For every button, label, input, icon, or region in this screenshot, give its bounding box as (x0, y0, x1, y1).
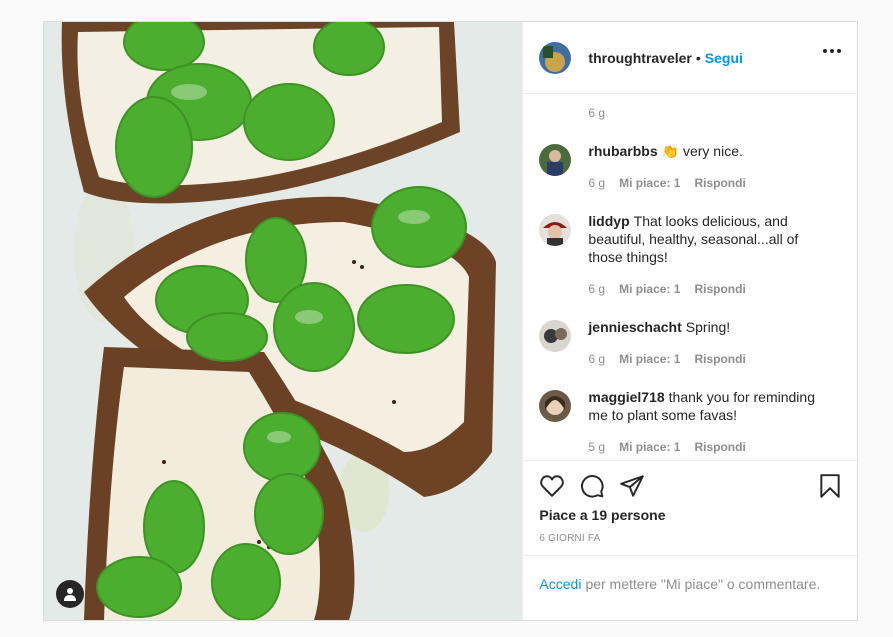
post-date[interactable]: 6 GIORNI FA (539, 533, 600, 544)
comment-meta: 5 g Mi piace: 1 Rispondi (588, 440, 824, 454)
heart-icon[interactable] (539, 473, 565, 499)
post-actions: Piace a 19 persone 6 GIORNI FA Accedi pe… (523, 460, 857, 620)
post-header: throughtraveler • Segui (523, 22, 857, 94)
comment-item: liddyp That looks delicious, and beautifu… (539, 212, 839, 296)
commenter-avatar[interactable] (539, 214, 572, 246)
login-link[interactable]: Accedi (539, 576, 581, 592)
post-sidebar: throughtraveler • Segui 6 g rhubarbbs 👏 v… (522, 22, 857, 620)
comment-time[interactable]: 6 g (588, 352, 605, 366)
commenter-username[interactable]: rhubarbbs (588, 143, 657, 159)
likes-count[interactable]: Piace a 19 persone (539, 507, 665, 523)
clap-emoji: 👏 (661, 143, 680, 159)
comment-meta: 6 g Mi piace: 1 Rispondi (588, 176, 824, 190)
comment-likes[interactable]: Mi piace: 1 (619, 282, 680, 296)
post-photo[interactable] (44, 22, 523, 620)
comment-icon[interactable] (579, 473, 605, 499)
login-prompt-text: per mettere "Mi piace" o commentare. (585, 575, 821, 592)
commenter-username[interactable]: maggiel718 (588, 389, 664, 405)
paper-plane-icon[interactable] (619, 473, 645, 499)
author-avatar[interactable] (539, 41, 572, 74)
comment-likes[interactable]: Mi piace: 1 (619, 440, 680, 454)
comment-text: Spring! (685, 319, 731, 335)
comment-meta: 6 g Mi piace: 1 Rispondi (588, 352, 824, 366)
commenter-avatar[interactable] (539, 144, 572, 176)
comment-item: maggiel718 thank you for reminding me to … (539, 388, 839, 454)
reply-button[interactable]: Rispondi (694, 440, 745, 454)
reply-button[interactable]: Rispondi (694, 176, 745, 190)
commenter-avatar[interactable] (539, 320, 572, 352)
bookmark-icon[interactable] (817, 473, 843, 499)
author-username[interactable]: throughtraveler (588, 50, 691, 66)
comment-text: very nice. (682, 143, 743, 159)
comments-list[interactable]: 6 g rhubarbbs 👏 very nice. 6 g Mi piace: … (523, 94, 857, 460)
follow-button[interactable]: Segui (705, 50, 743, 66)
more-options-icon[interactable] (823, 49, 841, 53)
comment-likes[interactable]: Mi piace: 1 (619, 352, 680, 366)
comment-time[interactable]: 5 g (588, 440, 605, 454)
commenter-username[interactable]: jennieschacht (588, 319, 681, 335)
login-prompt: Accedi per mettere "Mi piace" o commenta… (523, 555, 857, 611)
user-icon (64, 588, 76, 601)
comment-meta: 6 g Mi piace: 1 Rispondi (588, 282, 824, 296)
comment-likes[interactable]: Mi piace: 1 (619, 176, 680, 190)
commenter-avatar[interactable] (539, 390, 572, 422)
separator-dot: • (695, 49, 701, 66)
comment-time[interactable]: 6 g (588, 282, 605, 296)
reply-button[interactable]: Rispondi (694, 282, 745, 296)
comment-item: rhubarbbs 👏 very nice. 6 g Mi piace: 1 Ri… (539, 142, 839, 190)
reply-button[interactable]: Rispondi (694, 352, 745, 366)
tagged-users-button[interactable] (56, 580, 84, 608)
caption-timestamp: 6 g (588, 106, 606, 120)
comment-time[interactable]: 6 g (588, 176, 605, 190)
commenter-username[interactable]: liddyp (588, 213, 629, 229)
comment-item: jennieschacht Spring! 6 g Mi piace: 1 Ris… (539, 318, 839, 366)
post-card: throughtraveler • Segui 6 g rhubarbbs 👏 v… (43, 21, 858, 621)
fava-toast-photo (44, 22, 523, 620)
